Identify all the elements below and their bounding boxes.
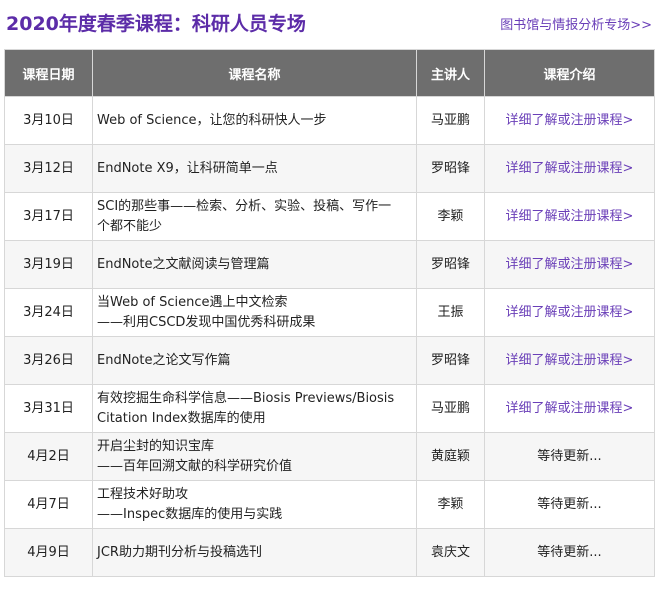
course-info-cell: 等待更新... (484, 432, 655, 481)
course-info-cell: 详细了解或注册课程> (484, 336, 655, 385)
course-name: 开启尘封的知识宝库 ——百年回溯文献的科学研究价值 (92, 432, 417, 481)
pending-update-text: 等待更新... (537, 496, 602, 512)
course-date: 3月31日 (4, 384, 93, 433)
course-name-line: EndNote X9，让科研简单一点 (97, 160, 278, 176)
pending-update-text: 等待更新... (537, 544, 602, 560)
course-name-line: 开启尘封的知识宝库 (97, 438, 215, 454)
course-name-line: Web of Science，让您的科研快人一步 (97, 112, 327, 128)
course-name: 工程技术好助攻 ——Inspec数据库的使用与实践 (92, 480, 417, 529)
course-name: JCR助力期刊分析与投稿选刊 (92, 528, 417, 577)
course-register-link[interactable]: 详细了解或注册课程> (506, 305, 634, 320)
course-name-line: 当Web of Science遇上中文检索 (97, 294, 288, 310)
table-header-row: 课程日期 课程名称 主讲人 课程介绍 (4, 49, 655, 97)
course-register-link[interactable]: 详细了解或注册课程> (506, 353, 634, 368)
course-speaker: 马亚鹏 (416, 384, 485, 433)
column-header-date: 课程日期 (4, 49, 93, 97)
course-name: EndNote之论文写作篇 (92, 336, 417, 385)
page-title: 2020年度春季课程：科研人员专场 (6, 13, 306, 35)
header: 2020年度春季课程：科研人员专场 图书馆与情报分析专场>> (0, 0, 658, 46)
course-info-cell: 详细了解或注册课程> (484, 96, 655, 145)
course-speaker: 罗昭锋 (416, 240, 485, 289)
course-date: 3月19日 (4, 240, 93, 289)
course-date: 3月17日 (4, 192, 93, 241)
course-date: 3月12日 (4, 144, 93, 193)
course-name-line: ——Inspec数据库的使用与实践 (97, 506, 283, 522)
course-name-line: ——利用CSCD发现中国优秀科研成果 (97, 314, 316, 330)
course-date: 4月2日 (4, 432, 93, 481)
column-header-speaker: 主讲人 (416, 49, 485, 97)
course-register-link[interactable]: 详细了解或注册课程> (506, 161, 634, 176)
course-info-cell: 等待更新... (484, 480, 655, 529)
course-register-link[interactable]: 详细了解或注册课程> (506, 209, 634, 224)
course-speaker: 李颖 (416, 480, 485, 529)
course-name-line: SCI的那些事——检索、分析、实验、投稿、写作一 (97, 198, 392, 214)
page: 2020年度春季课程：科研人员专场 图书馆与情报分析专场>> 课程日期 课程名称… (0, 0, 658, 596)
table-row: 3月19日 EndNote之文献阅读与管理篇 罗昭锋 详细了解或注册课程> (4, 240, 655, 289)
course-name-line: EndNote之论文写作篇 (97, 352, 231, 368)
course-register-link[interactable]: 详细了解或注册课程> (506, 401, 634, 416)
course-name-line: JCR助力期刊分析与投稿选刊 (97, 544, 262, 560)
table-row: 3月24日 当Web of Science遇上中文检索 ——利用CSCD发现中国优秀… (4, 288, 655, 337)
course-info-cell: 详细了解或注册课程> (484, 384, 655, 433)
course-info-cell: 详细了解或注册课程> (484, 144, 655, 193)
course-date: 3月24日 (4, 288, 93, 337)
table-row: 4月9日 JCR助力期刊分析与投稿选刊 袁庆文 等待更新... (4, 528, 655, 577)
course-info-cell: 详细了解或注册课程> (484, 240, 655, 289)
course-info-cell: 详细了解或注册课程> (484, 288, 655, 337)
course-name-line: 工程技术好助攻 (97, 486, 189, 502)
pending-update-text: 等待更新... (537, 448, 602, 464)
table-row: 3月12日 EndNote X9，让科研简单一点 罗昭锋 详细了解或注册课程> (4, 144, 655, 193)
course-speaker: 李颖 (416, 192, 485, 241)
course-name: EndNote之文献阅读与管理篇 (92, 240, 417, 289)
course-speaker: 袁庆文 (416, 528, 485, 577)
course-speaker: 王振 (416, 288, 485, 337)
course-name-line: 有效挖掘生命科学信息——Biosis Previews/Biosis (97, 390, 395, 406)
table-row: 4月7日 工程技术好助攻 ——Inspec数据库的使用与实践 李颖 等待更新... (4, 480, 655, 529)
course-name-line: EndNote之文献阅读与管理篇 (97, 256, 270, 272)
course-name-line: 个都不能少 (97, 218, 163, 234)
course-date: 3月26日 (4, 336, 93, 385)
table-row: 4月2日 开启尘封的知识宝库 ——百年回溯文献的科学研究价值 黄庭颖 等待更新... (4, 432, 655, 481)
course-speaker: 黄庭颖 (416, 432, 485, 481)
course-name-line: ——百年回溯文献的科学研究价值 (97, 458, 293, 474)
course-name: 有效挖掘生命科学信息——Biosis Previews/Biosis Citati… (92, 384, 417, 433)
course-name: Web of Science，让您的科研快人一步 (92, 96, 417, 145)
course-speaker: 马亚鹏 (416, 96, 485, 145)
column-header-course: 课程名称 (92, 49, 417, 97)
course-name: 当Web of Science遇上中文检索 ——利用CSCD发现中国优秀科研成果 (92, 288, 417, 337)
course-speaker: 罗昭锋 (416, 336, 485, 385)
course-speaker: 罗昭锋 (416, 144, 485, 193)
course-date: 4月7日 (4, 480, 93, 529)
table-row: 3月26日 EndNote之论文写作篇 罗昭锋 详细了解或注册课程> (4, 336, 655, 385)
course-register-link[interactable]: 详细了解或注册课程> (506, 257, 634, 272)
table-row: 3月17日 SCI的那些事——检索、分析、实验、投稿、写作一 个都不能少 李颖 详细了解… (4, 192, 655, 241)
column-header-info: 课程介绍 (484, 49, 655, 97)
library-session-link[interactable]: 图书馆与情报分析专场>> (500, 14, 652, 33)
course-register-link[interactable]: 详细了解或注册课程> (506, 113, 634, 128)
course-info-cell: 等待更新... (484, 528, 655, 577)
table-row: 3月10日 Web of Science，让您的科研快人一步 马亚鹏 详细了解或注册课… (4, 96, 655, 145)
table-body: 3月10日 Web of Science，让您的科研快人一步 马亚鹏 详细了解或注册课… (4, 96, 655, 577)
course-name: SCI的那些事——检索、分析、实验、投稿、写作一 个都不能少 (92, 192, 417, 241)
course-date: 4月9日 (4, 528, 93, 577)
course-date: 3月10日 (4, 96, 93, 145)
table-row: 3月31日 有效挖掘生命科学信息——Biosis Previews/Biosis C… (4, 384, 655, 433)
course-info-cell: 详细了解或注册课程> (484, 192, 655, 241)
course-name: EndNote X9，让科研简单一点 (92, 144, 417, 193)
course-schedule-table: 课程日期 课程名称 主讲人 课程介绍 3月10日 Web of Science，让… (4, 49, 655, 577)
course-name-line: Citation Index数据库的使用 (97, 410, 266, 426)
